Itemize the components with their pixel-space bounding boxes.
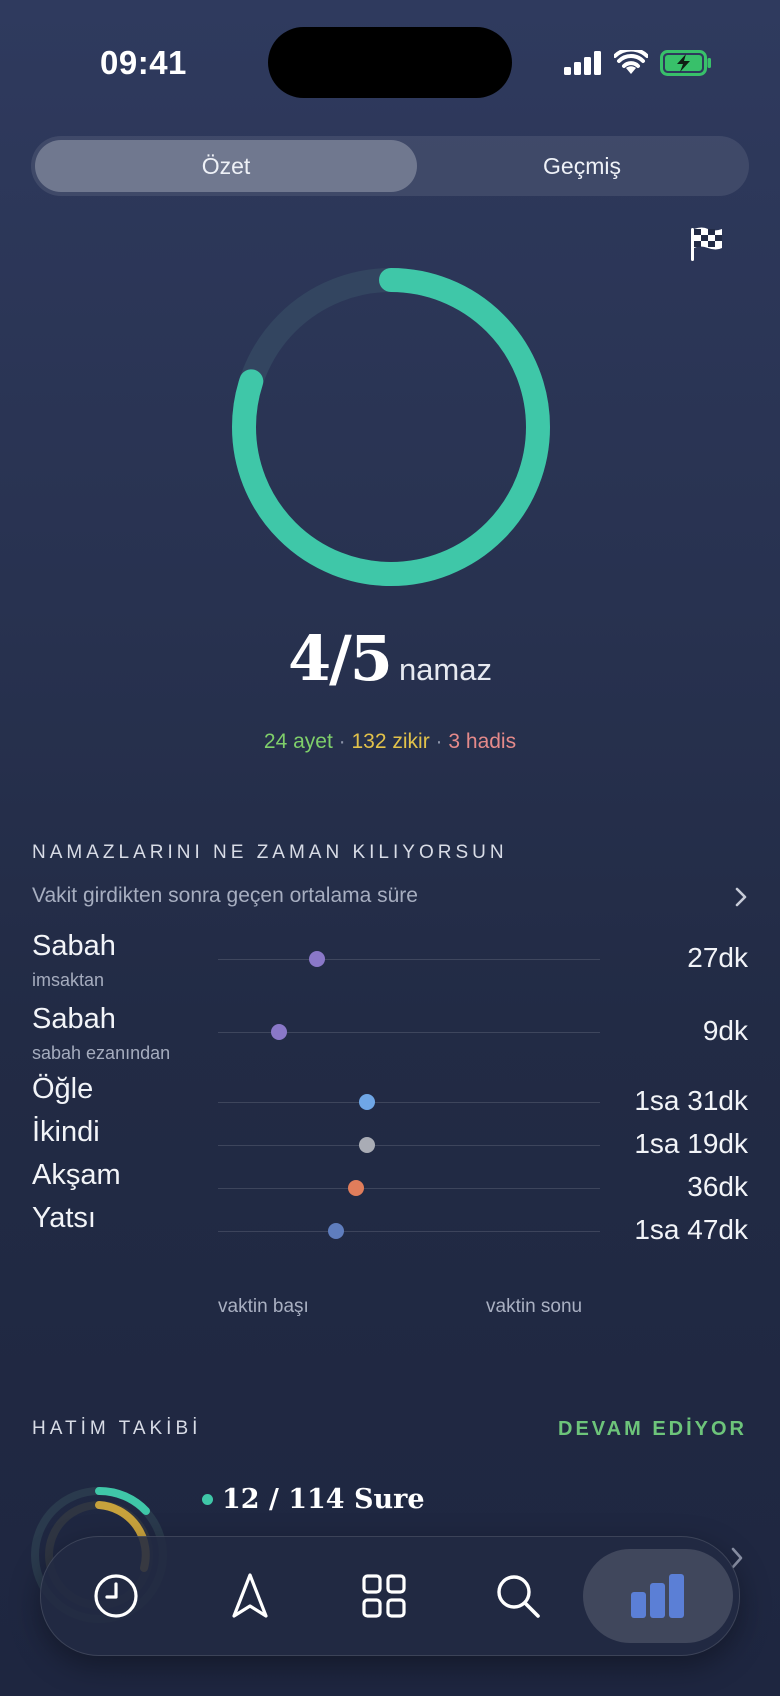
- timing-row-value: 9dk: [702, 1015, 748, 1046]
- search-icon: [497, 1575, 540, 1618]
- hatim-status-dot: [202, 1494, 213, 1505]
- checkered-flag-icon[interactable]: [688, 226, 724, 262]
- prayer-count-unit: namaz: [398, 652, 492, 687]
- timing-row-marker: [347, 1180, 364, 1196]
- timing-row-sublabel: sabah ezanından: [32, 1043, 171, 1063]
- timing-row-marker: [271, 1024, 288, 1040]
- hatim-status: DEVAM EDİYOR: [558, 1418, 747, 1440]
- timing-row-track: [218, 1231, 600, 1232]
- timing-row-marker: [358, 1094, 375, 1110]
- tab-search[interactable]: [471, 1549, 565, 1643]
- signal-icon: [564, 51, 601, 75]
- timing-row-label: İkindi: [32, 1116, 100, 1148]
- timing-row-track: [218, 1102, 600, 1103]
- hatim-section-title: HATİM TAKİBİ: [32, 1418, 202, 1439]
- tab-library[interactable]: [337, 1549, 431, 1643]
- timing-row-marker: [309, 951, 326, 967]
- timing-row-track: [218, 1188, 600, 1189]
- timing-section-title: NAMAZLARINI NE ZAMAN KILIYORSUN: [32, 842, 508, 863]
- wifi-icon: [614, 50, 648, 74]
- timing-row-marker: [328, 1223, 345, 1239]
- bottom-tab-bar: [40, 1536, 740, 1656]
- timing-row-label: Öğle: [32, 1073, 94, 1105]
- timing-row-label: Yatsı: [32, 1202, 96, 1234]
- status-icons: [564, 50, 712, 76]
- stat-ayet: 24 ayet: [263, 730, 333, 753]
- tab-gecmis[interactable]: Geçmiş: [419, 140, 745, 192]
- dynamic-island: [268, 27, 512, 98]
- timing-row-value: 1sa 19dk: [634, 1128, 748, 1159]
- clock-icon: [94, 1574, 138, 1618]
- tab-stats[interactable]: [583, 1549, 733, 1643]
- timing-row-track: [218, 1145, 600, 1146]
- tab-qibla[interactable]: [203, 1549, 297, 1643]
- tab-prayer-times[interactable]: [69, 1549, 163, 1643]
- timing-row-label: Sabah: [32, 1003, 116, 1035]
- axis-end-label: vaktin sonu: [486, 1296, 583, 1317]
- stats-icon: [631, 1574, 684, 1618]
- stat-separator: ·: [338, 730, 346, 753]
- timing-row-track: [218, 959, 600, 960]
- segmented-control: Özet Geçmiş: [31, 136, 749, 196]
- hatim-sure-progress[interactable]: 12 / 114 Sure: [222, 1484, 425, 1515]
- daily-stats: 24 ayet · 132 zikir · 3 hadis: [0, 730, 780, 754]
- timing-row-sublabel: imsaktan: [32, 970, 105, 990]
- stat-separator: ·: [435, 730, 443, 753]
- prayer-count-value: 4/5: [288, 622, 393, 695]
- chevron-right-icon[interactable]: [734, 886, 748, 908]
- prayer-progress-ring: [232, 268, 550, 586]
- status-time: 09:41: [100, 44, 187, 81]
- battery-charging-icon: [660, 50, 711, 76]
- compass-arrow-icon: [232, 1573, 268, 1618]
- timing-row-label: Sabah: [32, 930, 116, 962]
- timing-row-value: 1sa 31dk: [634, 1085, 748, 1116]
- prayer-count: 4/5 namaz: [0, 622, 780, 695]
- stat-hadis: 3 hadis: [448, 730, 517, 753]
- timing-row-value: 27dk: [687, 942, 748, 973]
- grid-icon: [362, 1574, 406, 1618]
- timing-row-value: 36dk: [687, 1171, 748, 1202]
- timing-row-value: 1sa 47dk: [634, 1214, 748, 1245]
- tab-ozet[interactable]: Özet: [35, 140, 417, 192]
- axis-start-label: vaktin başı: [218, 1296, 309, 1317]
- stat-zikir: 132 zikir: [351, 730, 430, 753]
- timing-row-label: Akşam: [32, 1159, 121, 1191]
- timing-row-marker: [358, 1137, 375, 1153]
- timing-section-subtitle[interactable]: Vakit girdikten sonra geçen ortalama sür…: [32, 884, 418, 908]
